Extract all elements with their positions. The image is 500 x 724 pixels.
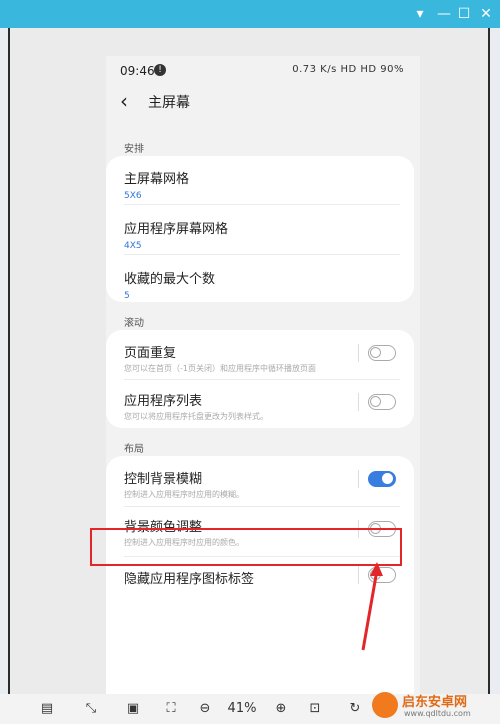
row-title: 收藏的最大个数 bbox=[124, 272, 216, 287]
row-value: 4X5 bbox=[124, 241, 142, 251]
row-title: 控制背景模糊 bbox=[124, 472, 203, 487]
setting-row-blur[interactable]: 控制背景模糊 控制进入应用程序时应用的模糊。 bbox=[124, 468, 344, 500]
page-repeat-toggle[interactable] bbox=[368, 345, 396, 361]
red-arrow-annotation bbox=[361, 562, 383, 651]
row-title: 页面重复 bbox=[124, 346, 177, 361]
toggle-knob bbox=[382, 473, 393, 484]
scroll-card: 页面重复 您可以在首页（-1页关闭）和应用程序中循环播放页面 应用程序列表 您可… bbox=[106, 330, 414, 428]
divider bbox=[124, 379, 400, 380]
setting-row-favorites[interactable]: 收藏的最大个数 5 bbox=[124, 268, 396, 301]
row-title: 隐藏应用程序图标标签 bbox=[124, 572, 255, 587]
status-bar: 09:46 ! 0.73 K/s HD HD 90% bbox=[106, 56, 420, 84]
page-header: ‹ 主屏幕 bbox=[106, 88, 420, 114]
section-label-arrange: 安排 bbox=[124, 144, 144, 155]
watermark-name: 启东安卓网 bbox=[402, 695, 468, 710]
zoom-in-icon[interactable]: ⊕ bbox=[270, 699, 292, 719]
actual-size-icon[interactable]: ⊡ bbox=[304, 699, 326, 719]
row-value: 5X6 bbox=[124, 191, 142, 201]
zoom-level: 41% bbox=[227, 701, 257, 716]
row-subtitle: 您可以在首页（-1页关闭）和应用程序中循环播放页面 bbox=[124, 364, 316, 373]
minimize-button[interactable]: — bbox=[434, 4, 454, 24]
fullscreen-icon[interactable]: ⛶ bbox=[160, 699, 182, 719]
divider bbox=[124, 506, 400, 507]
divider bbox=[124, 204, 400, 205]
row-subtitle: 您可以将应用程序托盘更改为列表样式。 bbox=[124, 412, 268, 421]
zoom-out-icon[interactable]: ⊖ bbox=[194, 699, 216, 719]
row-title: 应用程序列表 bbox=[124, 394, 203, 409]
section-label-scroll: 滚动 bbox=[124, 318, 144, 329]
row-title: 应用程序屏幕网格 bbox=[124, 222, 229, 237]
setting-row-page-repeat[interactable]: 页面重复 您可以在首页（-1页关闭）和应用程序中循环播放页面 bbox=[124, 342, 344, 374]
setting-row-app-list[interactable]: 应用程序列表 您可以将应用程序托盘更改为列表样式。 bbox=[124, 390, 344, 422]
layout-icon[interactable]: ▤ bbox=[36, 699, 58, 719]
blur-toggle[interactable] bbox=[368, 471, 396, 487]
divider bbox=[124, 254, 400, 255]
notification-icon: ! bbox=[154, 64, 166, 76]
separator bbox=[358, 344, 359, 362]
image-viewer: 09:46 ! 0.73 K/s HD HD 90% ‹ 主屏幕 安排 主屏幕网… bbox=[10, 28, 488, 722]
watermark: 启东安卓网 www.qdltdu.com bbox=[370, 688, 500, 724]
separator bbox=[358, 393, 359, 411]
setting-row-grid[interactable]: 主屏幕网格 5X6 bbox=[124, 168, 396, 201]
watermark-url: www.qdltdu.com bbox=[404, 709, 471, 718]
arrange-card: 主屏幕网格 5X6 应用程序屏幕网格 4X5 收藏的最大个数 5 bbox=[106, 156, 414, 302]
fit-icon[interactable]: ⤡ bbox=[80, 699, 102, 719]
status-indicators: 0.73 K/s HD HD 90% bbox=[292, 64, 404, 75]
dropdown-icon[interactable]: ▾ bbox=[410, 4, 430, 24]
watermark-logo bbox=[372, 692, 398, 718]
highlight-box bbox=[90, 528, 402, 566]
row-value: 5 bbox=[124, 291, 130, 301]
window-titlebar: ▾ — ☐ ✕ bbox=[0, 0, 500, 28]
rotate-icon[interactable]: ↻ bbox=[344, 699, 366, 719]
background-right bbox=[490, 22, 500, 724]
toggle-knob bbox=[370, 347, 381, 358]
page-title: 主屏幕 bbox=[148, 95, 190, 111]
row-title: 主屏幕网格 bbox=[124, 172, 190, 187]
close-button[interactable]: ✕ bbox=[476, 4, 496, 24]
separator bbox=[358, 470, 359, 488]
app-list-toggle[interactable] bbox=[368, 394, 396, 410]
image-icon[interactable]: ▣ bbox=[122, 699, 144, 719]
setting-row-hide-labels[interactable]: 隐藏应用程序图标标签 bbox=[124, 568, 344, 587]
section-label-layout: 布局 bbox=[124, 444, 144, 455]
status-time: 09:46 bbox=[120, 64, 155, 78]
toggle-knob bbox=[370, 396, 381, 407]
maximize-button[interactable]: ☐ bbox=[454, 4, 474, 24]
back-arrow-icon[interactable]: ‹ bbox=[120, 88, 128, 114]
background-left bbox=[0, 22, 8, 724]
setting-row-app-grid[interactable]: 应用程序屏幕网格 4X5 bbox=[124, 218, 396, 251]
row-subtitle: 控制进入应用程序时应用的模糊。 bbox=[124, 490, 244, 499]
